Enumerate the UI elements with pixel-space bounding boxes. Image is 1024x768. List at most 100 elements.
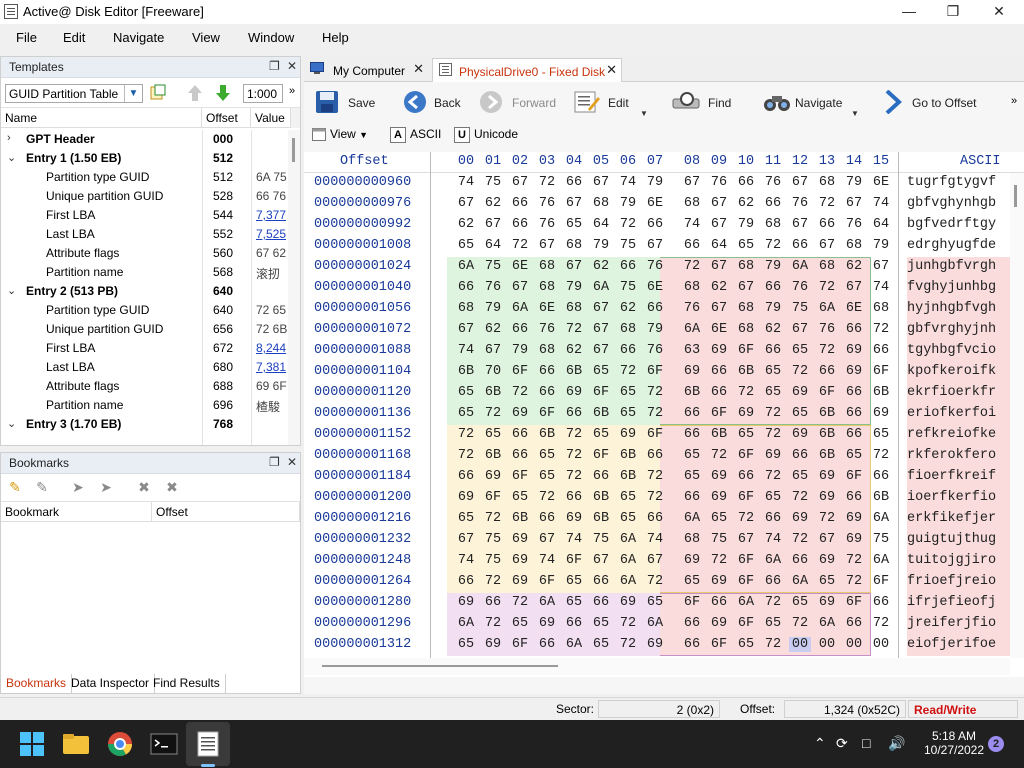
hex-byte[interactable]: 6F bbox=[644, 364, 666, 379]
hex-byte[interactable]: 67 bbox=[509, 175, 531, 190]
hex-byte[interactable]: 68 bbox=[681, 196, 703, 211]
hex-byte[interactable]: 67 bbox=[644, 553, 666, 568]
hex-byte[interactable]: 72 bbox=[482, 511, 504, 526]
hex-byte[interactable]: 72 bbox=[789, 364, 811, 379]
hex-byte[interactable]: 72 bbox=[536, 490, 558, 505]
template-row[interactable]: ⌄ Entry 2 (513 PB) 640 bbox=[1, 282, 300, 301]
hex-byte[interactable]: 72 bbox=[563, 448, 585, 463]
hex-byte[interactable]: 65 bbox=[789, 469, 811, 484]
hex-byte[interactable]: 6B bbox=[870, 385, 892, 400]
hex-byte[interactable]: 6F bbox=[590, 448, 612, 463]
hex-byte[interactable]: 69 bbox=[708, 616, 730, 631]
template-row[interactable]: Unique partition GUID 656 72 6B bbox=[1, 320, 300, 339]
hex-view[interactable]: Offset 00 01 02 03 04 05 06 07 08 09 10 11 12 13 14 15 … bbox=[304, 152, 1024, 677]
go-to-offset-button[interactable]: Go to Offset bbox=[876, 87, 986, 117]
hex-byte[interactable]: 65 bbox=[617, 385, 639, 400]
hex-byte[interactable]: 66 bbox=[816, 364, 838, 379]
hex-byte[interactable]: 6F bbox=[735, 490, 757, 505]
hex-byte[interactable]: 6E bbox=[644, 196, 666, 211]
hex-row-ascii[interactable]: jreiferjfio bbox=[907, 616, 1017, 631]
hex-byte[interactable]: 72 bbox=[870, 448, 892, 463]
hex-byte[interactable]: 76 bbox=[536, 217, 558, 232]
hex-byte[interactable]: 72 bbox=[617, 217, 639, 232]
hex-byte[interactable]: 6A bbox=[816, 616, 838, 631]
hex-byte[interactable]: 6A bbox=[789, 574, 811, 589]
hex-byte[interactable]: 72 bbox=[563, 322, 585, 337]
hex-byte[interactable]: 67 bbox=[789, 175, 811, 190]
hex-byte[interactable]: 6F bbox=[735, 574, 757, 589]
hex-byte[interactable]: 69 bbox=[509, 532, 531, 547]
hex-byte[interactable]: 62 bbox=[482, 322, 504, 337]
apply-template-icon[interactable] bbox=[149, 84, 167, 102]
hex-byte[interactable]: 76 bbox=[708, 175, 730, 190]
hex-row-ascii[interactable]: eriofkerfoi bbox=[907, 406, 1017, 421]
close-window-button[interactable]: ✕ bbox=[976, 0, 1022, 24]
hex-byte[interactable]: 68 bbox=[816, 259, 838, 274]
hex-byte[interactable]: 65 bbox=[617, 406, 639, 421]
hex-byte[interactable]: 65 bbox=[563, 217, 585, 232]
hex-byte[interactable]: 65 bbox=[735, 427, 757, 442]
hex-row-ascii[interactable]: erkfikefjer bbox=[907, 511, 1017, 526]
hex-byte[interactable]: 6F bbox=[843, 469, 865, 484]
hex-row-ascii[interactable]: tgyhbgfvcio bbox=[907, 343, 1017, 358]
hex-byte[interactable]: 6F bbox=[681, 595, 703, 610]
hex-row-ascii[interactable]: ekrfioerkfr bbox=[907, 385, 1017, 400]
hex-byte[interactable]: 74 bbox=[536, 553, 558, 568]
hex-byte[interactable]: 62 bbox=[735, 196, 757, 211]
find-button[interactable]: Find bbox=[668, 87, 734, 117]
hex-byte[interactable]: 79 bbox=[735, 217, 757, 232]
hex-byte[interactable]: 66 bbox=[455, 574, 477, 589]
float-pane-icon[interactable]: ❐ bbox=[269, 59, 280, 73]
hex-byte[interactable]: 67 bbox=[482, 217, 504, 232]
hex-row-offset[interactable]: 000000001008 bbox=[314, 238, 411, 253]
hex-byte[interactable]: 6B bbox=[590, 406, 612, 421]
hex-byte[interactable]: 72 bbox=[708, 553, 730, 568]
hex-byte[interactable]: 65 bbox=[870, 427, 892, 442]
hex-byte[interactable]: 69 bbox=[455, 595, 477, 610]
menu-help[interactable]: Help bbox=[322, 30, 349, 45]
tab-find-results[interactable]: Find Results bbox=[148, 674, 226, 694]
hex-byte[interactable]: 6A bbox=[617, 574, 639, 589]
hex-byte[interactable]: 74 bbox=[762, 532, 784, 547]
hex-byte[interactable]: 69 bbox=[455, 490, 477, 505]
add-bookmark-icon[interactable]: ✎ bbox=[6, 479, 24, 496]
hex-row-offset[interactable]: 000000001120 bbox=[314, 385, 411, 400]
template-row[interactable]: ⌄ Entry 3 (1.70 EB) 768 bbox=[1, 415, 300, 434]
hex-byte[interactable]: 72 bbox=[816, 196, 838, 211]
hex-byte[interactable]: 62 bbox=[563, 343, 585, 358]
hex-row-offset[interactable]: 000000001184 bbox=[314, 469, 411, 484]
hex-byte[interactable]: 65 bbox=[735, 238, 757, 253]
forward-button[interactable]: Forward bbox=[474, 87, 556, 117]
hex-byte[interactable]: 6A bbox=[870, 553, 892, 568]
template-row[interactable]: Partition name 568 滚扨 bbox=[1, 263, 300, 282]
hex-byte[interactable]: 74 bbox=[563, 532, 585, 547]
hex-byte[interactable]: 6A bbox=[816, 301, 838, 316]
hex-byte[interactable]: 69 bbox=[482, 469, 504, 484]
hex-byte[interactable]: 69 bbox=[681, 553, 703, 568]
template-row[interactable]: Attribute flags 560 67 62 bbox=[1, 244, 300, 263]
hex-byte[interactable]: 79 bbox=[843, 175, 865, 190]
hex-byte[interactable]: 6B bbox=[509, 511, 531, 526]
hex-byte[interactable]: 72 bbox=[735, 511, 757, 526]
hex-byte[interactable]: 68 bbox=[816, 175, 838, 190]
hex-byte[interactable]: 65 bbox=[789, 595, 811, 610]
update-icon[interactable]: ⟳ bbox=[836, 735, 848, 752]
hex-row-offset[interactable]: 000000001136 bbox=[314, 406, 411, 421]
hex-byte[interactable]: 66 bbox=[590, 574, 612, 589]
hex-byte[interactable]: 66 bbox=[563, 406, 585, 421]
prev-bookmark-icon[interactable]: ➤ bbox=[69, 479, 87, 496]
hex-byte[interactable]: 72 bbox=[762, 238, 784, 253]
hex-byte[interactable]: 66 bbox=[563, 616, 585, 631]
hex-byte[interactable]: 6F bbox=[735, 553, 757, 568]
hex-byte[interactable]: 72 bbox=[789, 532, 811, 547]
hex-byte[interactable]: 75 bbox=[482, 175, 504, 190]
template-row[interactable]: First LBA 672 8,244 bbox=[1, 339, 300, 358]
hex-byte[interactable]: 66 bbox=[762, 196, 784, 211]
hex-byte[interactable]: 66 bbox=[681, 427, 703, 442]
hex-byte[interactable]: 62 bbox=[708, 280, 730, 295]
hex-row-offset[interactable]: 000000000960 bbox=[314, 175, 411, 190]
hex-byte[interactable]: 66 bbox=[644, 217, 666, 232]
disk-editor-icon[interactable] bbox=[192, 728, 224, 760]
hex-byte[interactable]: 67 bbox=[708, 196, 730, 211]
hex-byte[interactable]: 66 bbox=[843, 427, 865, 442]
